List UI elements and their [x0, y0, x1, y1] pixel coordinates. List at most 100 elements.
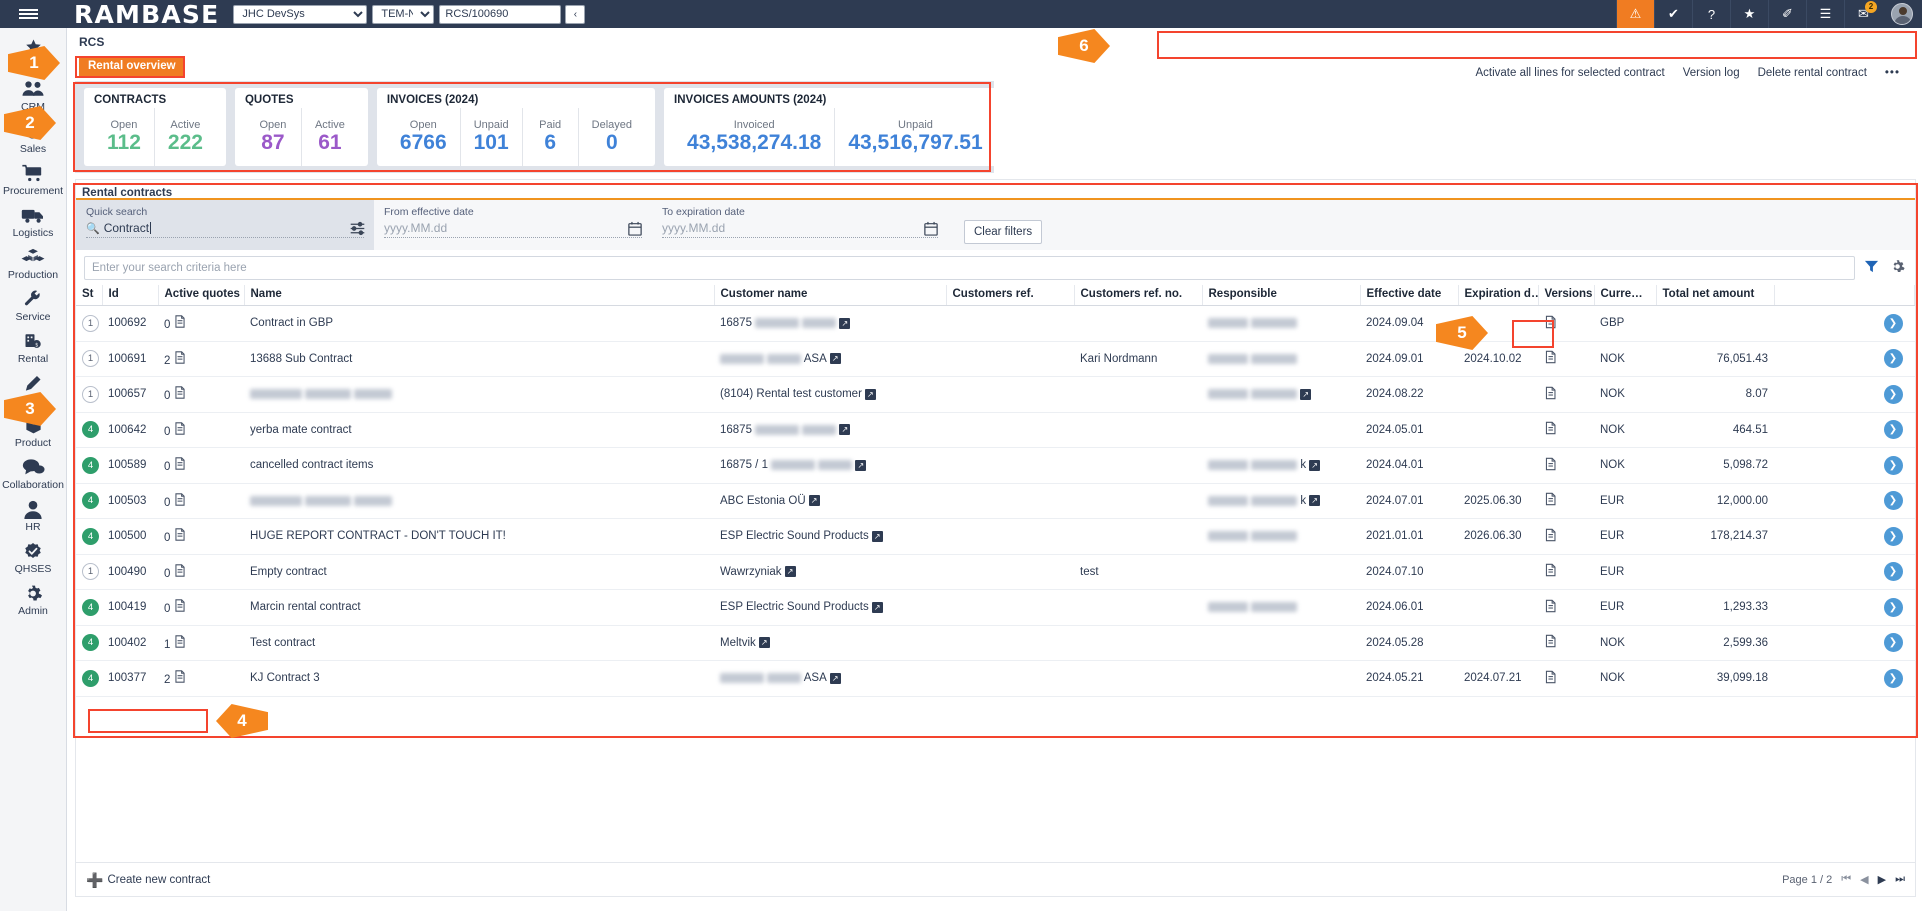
- search-criteria-input[interactable]: Enter your search criteria here: [84, 256, 1855, 280]
- open-link-icon[interactable]: ↗: [1309, 495, 1320, 506]
- open-row-button[interactable]: ❯: [1884, 385, 1903, 404]
- sidebar-item-collaboration[interactable]: Collaboration: [0, 452, 67, 494]
- cell-versions[interactable]: [1538, 661, 1594, 697]
- filter-settings-icon[interactable]: [349, 220, 366, 242]
- sidebar-item-procurement[interactable]: Procurement: [0, 158, 67, 200]
- open-link-icon[interactable]: ↗: [839, 318, 850, 329]
- table-row[interactable]: 41005000HUGE REPORT CONTRACT - DON'T TOU…: [76, 519, 1915, 555]
- versions-icon[interactable]: [1544, 494, 1557, 509]
- document-icon[interactable]: [174, 672, 186, 686]
- open-link-icon[interactable]: ↗: [759, 637, 770, 648]
- delete-rental-contract-button[interactable]: Delete rental contract: [1758, 67, 1867, 79]
- cell-id[interactable]: 100589: [102, 448, 158, 484]
- versions-icon[interactable]: [1544, 530, 1557, 545]
- kpi-col-invoiced[interactable]: Invoiced 43,538,274.18: [674, 108, 834, 166]
- versions-icon[interactable]: [1544, 672, 1557, 687]
- document-icon[interactable]: [174, 317, 186, 331]
- open-link-icon[interactable]: ↗: [855, 460, 866, 471]
- open-link-icon[interactable]: ↗: [785, 566, 796, 577]
- open-row-button[interactable]: ❯: [1884, 598, 1903, 617]
- col-effective-date[interactable]: Effective date: [1360, 285, 1458, 306]
- kpi-card-invoices[interactable]: INVOICES (2024) Open 6766 Unpaid 101 Pai…: [377, 88, 655, 166]
- cell-id[interactable]: 100402: [102, 625, 158, 661]
- cell-versions[interactable]: [1538, 448, 1594, 484]
- cell-versions[interactable]: [1538, 519, 1594, 555]
- open-row-button[interactable]: ❯: [1884, 669, 1903, 688]
- messages-icon[interactable]: ✉ 2: [1844, 0, 1882, 28]
- cell-id[interactable]: 100642: [102, 412, 158, 448]
- versions-icon[interactable]: [1544, 565, 1557, 580]
- sidebar-item-logistics[interactable]: Logistics: [0, 200, 67, 242]
- sidebar-item-service[interactable]: Service: [0, 284, 67, 326]
- activate-all-lines-button[interactable]: Activate all lines for selected contract: [1475, 67, 1664, 79]
- document-id-input[interactable]: [439, 5, 561, 24]
- open-link-icon[interactable]: ↗: [830, 353, 841, 364]
- table-row[interactable]: 11006920Contract in GBP16875 ↗ 2024.09.0…: [76, 306, 1915, 342]
- approval-icon[interactable]: ✔: [1654, 0, 1692, 28]
- cell-versions[interactable]: [1538, 412, 1594, 448]
- table-row[interactable]: 11006570 (8104) Rental test customer↗ ↗2…: [76, 377, 1915, 413]
- open-row-button[interactable]: ❯: [1884, 456, 1903, 475]
- col-currency[interactable]: Curre…: [1594, 285, 1656, 306]
- sidebar-item-hr[interactable]: HR: [0, 494, 67, 536]
- document-icon[interactable]: [174, 601, 186, 615]
- cell-versions[interactable]: [1538, 306, 1594, 342]
- kpi-col-active[interactable]: Active 222: [154, 108, 216, 166]
- document-icon[interactable]: [174, 424, 186, 438]
- col-customer-name[interactable]: Customer name: [714, 285, 946, 306]
- more-actions-icon[interactable]: •••: [1885, 67, 1900, 79]
- cell-id[interactable]: 100377: [102, 661, 158, 697]
- kpi-card-invoices-amounts[interactable]: INVOICES AMOUNTS (2024) Invoiced 43,538,…: [664, 88, 1006, 166]
- open-link-icon[interactable]: ↗: [1309, 460, 1320, 471]
- col-customers-ref[interactable]: Customers ref.: [946, 285, 1074, 306]
- col-responsible[interactable]: Responsible: [1202, 285, 1360, 306]
- col-customers-ref-no[interactable]: Customers ref. no.: [1074, 285, 1202, 306]
- prev-page-button[interactable]: ◀: [1860, 873, 1868, 886]
- versions-icon[interactable]: [1544, 352, 1557, 367]
- table-row[interactable]: 41005030 ABC Estonia OÜ↗ k↗2024.07.01202…: [76, 483, 1915, 519]
- document-icon[interactable]: [174, 566, 186, 580]
- calendar-icon[interactable]: [924, 221, 938, 241]
- cell-id[interactable]: 100419: [102, 590, 158, 626]
- cell-versions[interactable]: [1538, 554, 1594, 590]
- table-row[interactable]: 41006420yerba mate contract16875 ↗2024.0…: [76, 412, 1915, 448]
- table-row[interactable]: 1100691213688 Sub Contract ASA↗Kari Nord…: [76, 341, 1915, 377]
- table-row[interactable]: 41004021Test contractMeltvik↗2024.05.28N…: [76, 625, 1915, 661]
- versions-icon[interactable]: [1544, 388, 1557, 403]
- versions-icon[interactable]: [1544, 459, 1557, 474]
- tab-rental-overview[interactable]: Rental overview: [79, 57, 185, 76]
- open-row-button[interactable]: ❯: [1884, 491, 1903, 510]
- cell-versions[interactable]: [1538, 377, 1594, 413]
- kpi-col-paid[interactable]: Paid 6: [522, 108, 578, 166]
- col-name[interactable]: Name: [244, 285, 714, 306]
- version-log-button[interactable]: Version log: [1683, 67, 1740, 79]
- open-row-button[interactable]: ❯: [1884, 633, 1903, 652]
- alert-icon[interactable]: ⚠: [1616, 0, 1654, 28]
- table-row[interactable]: 41003772KJ Contract 3 ASA↗2024.05.212024…: [76, 661, 1915, 697]
- kpi-col-unpaid[interactable]: Unpaid 101: [460, 108, 522, 166]
- cell-id[interactable]: 100691: [102, 341, 158, 377]
- versions-icon[interactable]: [1544, 601, 1557, 616]
- table-settings-gear-icon[interactable]: [1888, 259, 1907, 278]
- open-row-button[interactable]: ❯: [1884, 527, 1903, 546]
- hamburger-icon[interactable]: [0, 0, 56, 28]
- open-row-button[interactable]: ❯: [1884, 420, 1903, 439]
- open-link-icon[interactable]: ↗: [839, 424, 850, 435]
- cell-id[interactable]: 100657: [102, 377, 158, 413]
- open-link-icon[interactable]: ↗: [872, 602, 883, 613]
- clear-filters-button[interactable]: Clear filters: [964, 220, 1042, 244]
- cell-id[interactable]: 100503: [102, 483, 158, 519]
- favourites-icon[interactable]: ★: [1730, 0, 1768, 28]
- document-icon[interactable]: [174, 459, 186, 473]
- versions-icon[interactable]: [1544, 636, 1557, 651]
- col-total-net-amount[interactable]: Total net amount: [1656, 285, 1774, 306]
- filter-icon[interactable]: [1862, 259, 1881, 278]
- document-icon[interactable]: [174, 637, 186, 651]
- kpi-col-open[interactable]: Open 6766: [387, 108, 460, 166]
- kpi-col-unpaid[interactable]: Unpaid 43,516,797.51: [834, 108, 995, 166]
- versions-icon[interactable]: [1544, 317, 1557, 332]
- avatar[interactable]: [1882, 0, 1922, 28]
- quick-search-input[interactable]: 🔍 Contract: [86, 221, 364, 238]
- document-icon[interactable]: [174, 495, 186, 509]
- cell-versions[interactable]: [1538, 341, 1594, 377]
